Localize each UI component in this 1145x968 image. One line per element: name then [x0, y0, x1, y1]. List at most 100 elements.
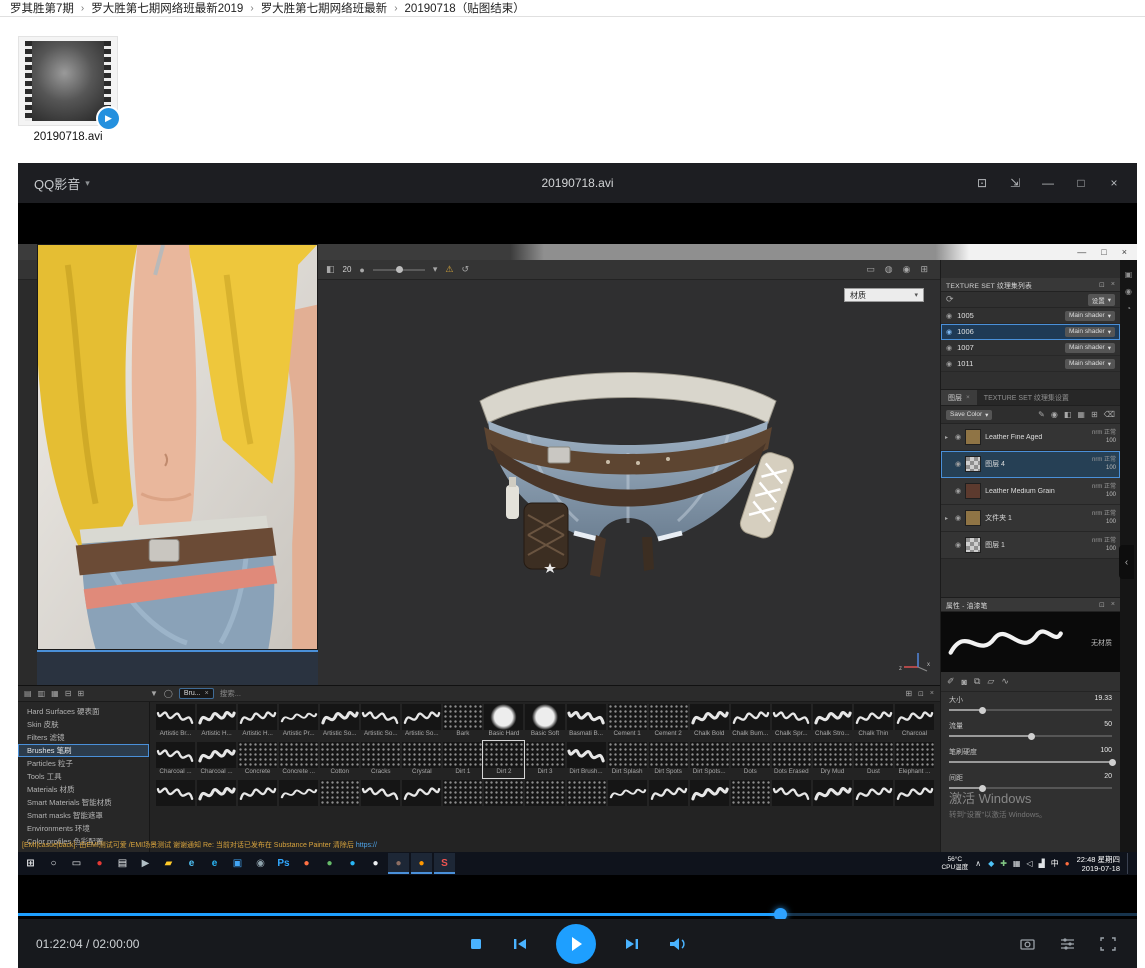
visibility-eye-icon[interactable]: ◉	[946, 312, 952, 320]
brush-tool-icon[interactable]: ✐	[947, 676, 955, 687]
close-panel-icon[interactable]: ×	[1111, 601, 1115, 609]
breadcrumb-item[interactable]: 罗其胜第7期	[10, 0, 74, 16]
brush-item[interactable]: Chalk Stro...	[813, 704, 852, 739]
breadcrumb-item[interactable]: 20190718（贴图结束）	[405, 0, 525, 16]
brush-item[interactable]: Bark	[443, 704, 482, 739]
shelf-category[interactable]: Skin 皮肤	[18, 718, 149, 731]
brush-item[interactable]: Chalk Spr...	[772, 704, 811, 739]
brush-parameter[interactable]: 大小 19.33	[941, 692, 1120, 718]
brush-item[interactable]: Concrete	[238, 742, 277, 777]
history-dock-icon[interactable]: ◔	[1126, 304, 1131, 313]
brush-item[interactable]: Artistic Pr...	[279, 704, 318, 739]
brush-size-value[interactable]: 20	[343, 265, 352, 274]
document-app-icon[interactable]: ▤	[112, 853, 133, 874]
undo-icon[interactable]: ↺	[461, 264, 469, 275]
layer-toolbar-icon[interactable]: ◧	[1064, 410, 1072, 419]
brush-item[interactable]: Artistic So...	[402, 704, 441, 739]
shader-dropdown[interactable]: Main shader ▾	[1065, 327, 1115, 337]
float-panel-icon[interactable]: ⊡	[1099, 601, 1105, 609]
search-button[interactable]: ○	[43, 853, 64, 874]
file-explorer-icon[interactable]: ▰	[158, 853, 179, 874]
brush-item[interactable]	[813, 780, 852, 815]
brush-parameter[interactable]: 笔刷硬度 100	[941, 744, 1120, 770]
visibility-eye-icon[interactable]: ◉	[946, 344, 952, 352]
brush-item[interactable]: Artistic So...	[361, 704, 400, 739]
图层 1[interactable]: ▸ ◉ 图层 1 nrm 正常 100	[941, 532, 1120, 559]
mini-mode-icon[interactable]: ⇲	[1008, 176, 1022, 190]
next-button[interactable]	[623, 936, 641, 952]
volume-button[interactable]	[668, 936, 688, 952]
stop-button[interactable]	[468, 936, 484, 952]
brush-item[interactable]: Cotton	[320, 742, 359, 777]
文件夹 1[interactable]: ▸ ◉ 文件夹 1 nrm 正常 100	[941, 505, 1120, 532]
brush-item[interactable]	[608, 780, 647, 815]
visibility-eye-icon[interactable]: ◉	[946, 360, 952, 368]
brush-item[interactable]	[156, 780, 195, 815]
save-color-dropdown[interactable]: Save Color ▾	[946, 410, 992, 420]
brush-item[interactable]: Dust	[854, 742, 893, 777]
shader-dropdown[interactable]: Main shader ▾	[1065, 311, 1115, 321]
refresh-icon[interactable]: ⟳	[946, 294, 954, 305]
1007[interactable]: ◉ 1007 Main shader ▾	[941, 340, 1120, 356]
ie-browser-icon[interactable]: e	[181, 853, 202, 874]
firefox-browser-icon[interactable]: ●	[296, 853, 317, 874]
qq-icon[interactable]: ●	[365, 853, 386, 874]
recorded-minimize-button[interactable]: —	[1077, 247, 1086, 257]
brush-item[interactable]: Artistic H...	[238, 704, 277, 739]
layer-toolbar-icon[interactable]: ◉	[1051, 410, 1058, 419]
photoshop-icon[interactable]: Ps	[273, 853, 294, 874]
substance-painter-icon[interactable]: ●	[388, 853, 409, 874]
media-app-icon[interactable]: ▶	[135, 853, 156, 874]
material-mode-dropdown[interactable]: 材质 ▾	[844, 288, 924, 302]
brush-item[interactable]	[484, 780, 523, 815]
1011[interactable]: ◉ 1011 Main shader ▾	[941, 356, 1120, 372]
shelf-category[interactable]: Brushes 笔刷	[18, 744, 149, 757]
float-panel-icon[interactable]: ⊡	[918, 690, 924, 698]
parameter-slider[interactable]	[949, 709, 1112, 711]
brush-item[interactable]	[279, 780, 318, 815]
parameter-slider[interactable]	[949, 761, 1112, 763]
close-panel-icon[interactable]: ×	[1111, 281, 1115, 289]
brush-item[interactable]: Dirt Spots	[649, 742, 688, 777]
brush-item[interactable]: Dirt 3	[525, 742, 564, 777]
brush-item[interactable]: Elephant ...	[895, 742, 934, 777]
comment-view-icon[interactable]: ▭	[866, 264, 875, 275]
show-desktop-button[interactable]	[1127, 853, 1131, 874]
shelf-category[interactable]: Smart Materials 智能材质	[18, 796, 149, 809]
capture-icon[interactable]: ⊡	[975, 176, 989, 190]
material-sphere-icon[interactable]: ◍	[885, 264, 893, 275]
brush-item[interactable]: Chalk Thin	[854, 704, 893, 739]
network-tray-icon[interactable]: ▟	[1039, 859, 1045, 868]
brush-item[interactable]	[525, 780, 564, 815]
visibility-eye-icon[interactable]: ◉	[955, 541, 961, 549]
brush-item[interactable]: Dots	[731, 742, 770, 777]
snapshot-button[interactable]	[1019, 936, 1037, 952]
display-tray-icon[interactable]: ▦	[1013, 859, 1021, 868]
brush-item[interactable]: Chalk Bold	[690, 704, 729, 739]
brush-tool-icon[interactable]: ⧉	[974, 676, 980, 687]
brush-item[interactable]: Dry Mud	[813, 742, 852, 777]
brush-item[interactable]	[772, 780, 811, 815]
Leather Fine Aged[interactable]: ▸ ◉ Leather Fine Aged nrm 正常 100	[941, 424, 1120, 451]
shelf-category[interactable]: Filters 滤镜	[18, 731, 149, 744]
brush-item[interactable]: Concrete ...	[279, 742, 318, 777]
chevron-down-icon[interactable]: ▾	[433, 264, 438, 275]
layer-toolbar-icon[interactable]: ▦	[1077, 410, 1085, 419]
float-panel-icon[interactable]: ⊡	[1099, 281, 1105, 289]
previous-button[interactable]	[511, 936, 529, 952]
palette-dock-icon[interactable]: ◉	[1125, 287, 1132, 296]
painter-app-icon[interactable]: ●	[411, 853, 432, 874]
video-display-area[interactable]: — □ × ◧ 20 ● ▾ ⚠ ↺ ▭◍◉⊞	[18, 203, 1137, 909]
edge-browser-icon[interactable]: e	[204, 853, 225, 874]
brush-item[interactable]: Dirt Splash	[608, 742, 647, 777]
brush-size-icon[interactable]: ◧	[326, 264, 335, 275]
minimize-button[interactable]: —	[1041, 176, 1055, 190]
brush-item[interactable]	[238, 780, 277, 815]
brush-item[interactable]	[402, 780, 441, 815]
brush-item[interactable]: Charcoal	[895, 704, 934, 739]
brush-item[interactable]	[854, 780, 893, 815]
brush-item[interactable]: Cement 1	[608, 704, 647, 739]
collapse-panel-tab[interactable]: ‹	[1119, 545, 1134, 579]
shader-dropdown[interactable]: Main shader ▾	[1065, 343, 1115, 353]
visibility-eye-icon[interactable]: ◉	[955, 487, 961, 495]
